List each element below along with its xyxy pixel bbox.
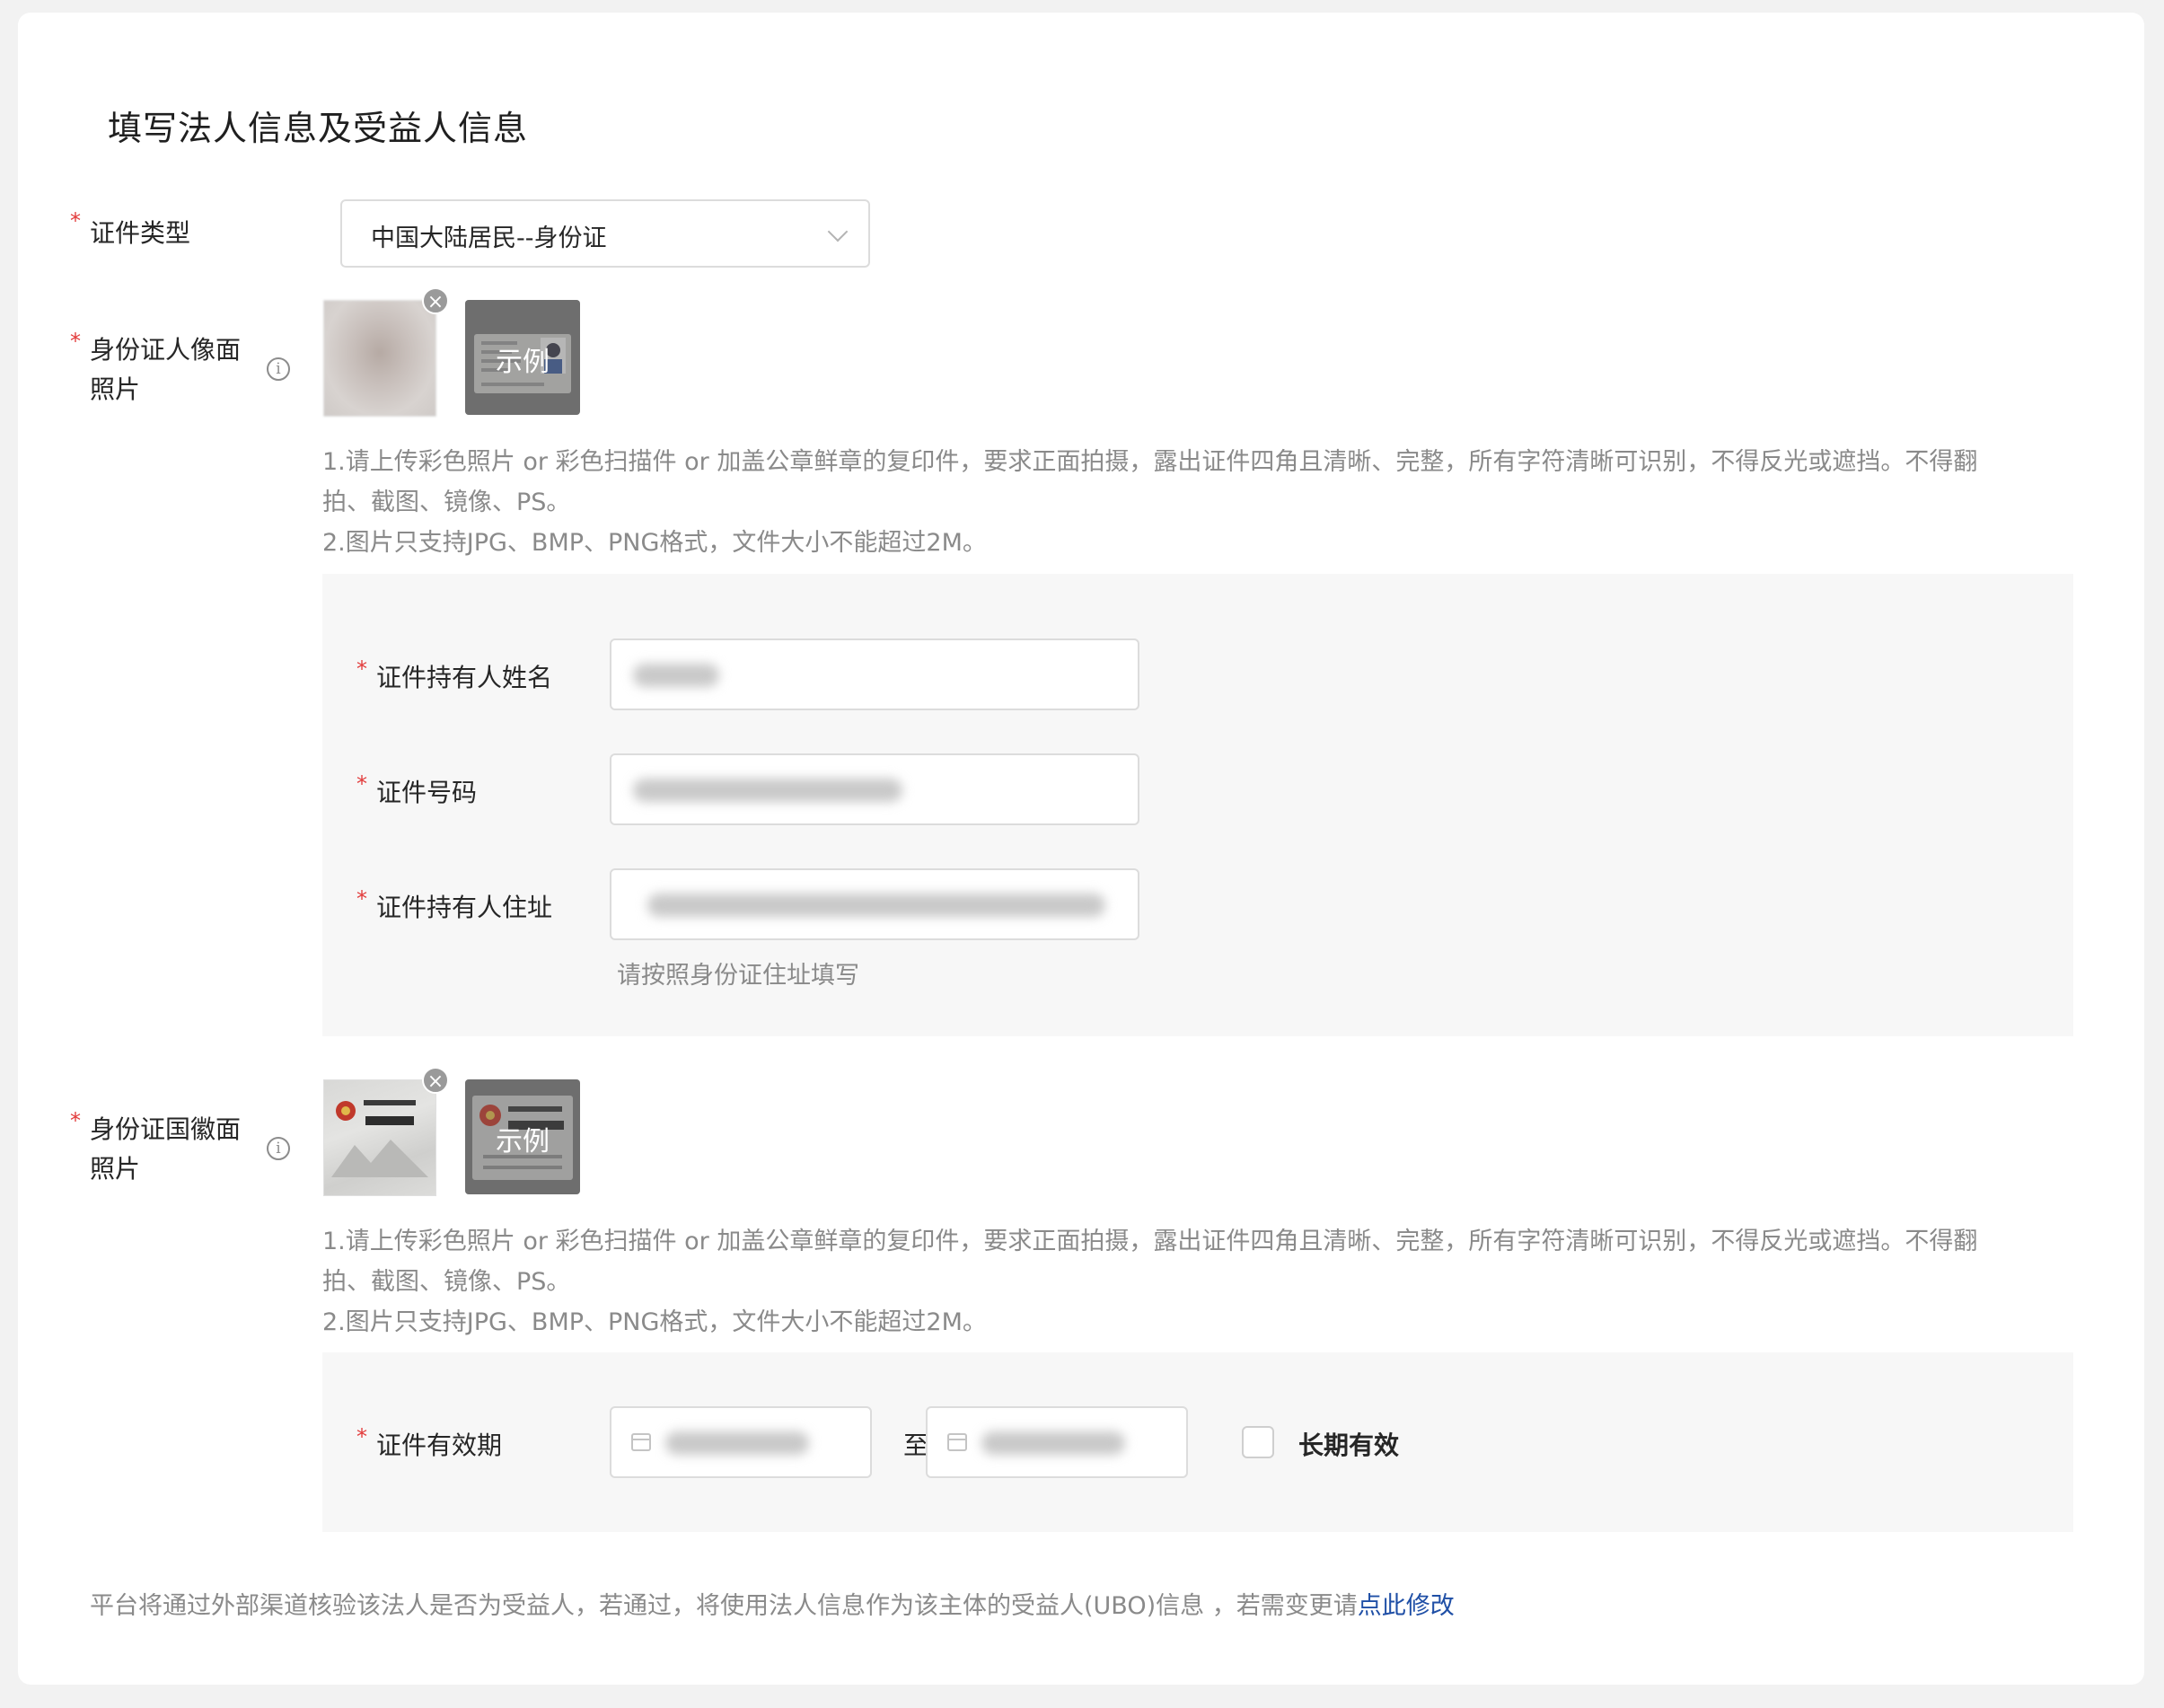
emblem-photo-label-line1: 身份证国徽面 bbox=[90, 1114, 242, 1144]
id-type-value: 中国大陆居民--身份证 bbox=[371, 225, 607, 252]
holder-name-label: 证件持有人姓名 bbox=[376, 663, 553, 692]
portrait-photo-label-line1: 身份证人像面 bbox=[90, 335, 242, 365]
redacted-value bbox=[633, 664, 719, 687]
calendar-icon bbox=[631, 1433, 651, 1451]
ubo-note-text: 平台将通过外部渠道核验该法人是否为受益人，若通过，将使用法人信息作为该主体的受益… bbox=[90, 1592, 1358, 1620]
id-type-label: 证件类型 bbox=[90, 218, 191, 248]
required-mark: * bbox=[70, 1108, 81, 1133]
example-label: 示例 bbox=[496, 1126, 550, 1158]
portrait-hint-line3: 2.图片只支持JPG、BMP、PNG格式，文件大小不能超过2M。 bbox=[322, 529, 987, 557]
validity-label: 证件有效期 bbox=[376, 1431, 503, 1460]
calendar-icon bbox=[947, 1433, 967, 1451]
holder-info-panel: * 证件持有人姓名 * 证件号码 * 证件持有人住址 请按照身份证住址填写 bbox=[322, 574, 2073, 1036]
example-label: 示例 bbox=[496, 347, 550, 378]
close-icon[interactable]: × bbox=[422, 1067, 449, 1094]
required-mark: * bbox=[356, 1424, 367, 1449]
id-number-input[interactable] bbox=[610, 753, 1139, 825]
redacted-value bbox=[633, 779, 902, 802]
long-term-label: 长期有效 bbox=[1298, 1431, 1400, 1460]
validity-end-date-input[interactable] bbox=[926, 1406, 1188, 1478]
emblem-photo-label-line2: 照片 bbox=[90, 1154, 141, 1184]
redacted-value bbox=[981, 1431, 1125, 1455]
edit-ubo-link[interactable]: 点此修改 bbox=[1358, 1592, 1455, 1620]
required-mark: * bbox=[70, 329, 81, 354]
form-card: 填写法人信息及受益人信息 * 证件类型 中国大陆居民--身份证 * 身份证人像面… bbox=[18, 13, 2144, 1685]
redacted-value bbox=[647, 894, 1105, 917]
date-range-separator: 至 bbox=[903, 1431, 929, 1460]
long-term-checkbox[interactable] bbox=[1242, 1426, 1274, 1458]
holder-name-input[interactable] bbox=[610, 638, 1139, 710]
required-mark: * bbox=[356, 886, 367, 911]
chevron-down-icon bbox=[827, 221, 849, 242]
validity-panel: * 证件有效期 至 长期有效 bbox=[322, 1352, 2073, 1532]
info-icon[interactable]: i bbox=[267, 1137, 290, 1160]
emblem-hint-line1: 1.请上传彩色照片 or 彩色扫描件 or 加盖公章鲜章的复印件，要求正面拍摄，… bbox=[322, 1228, 1978, 1255]
portrait-photo-thumbnail[interactable] bbox=[323, 300, 436, 417]
required-mark: * bbox=[70, 208, 81, 233]
holder-address-label: 证件持有人住址 bbox=[376, 893, 553, 922]
emblem-hint-line3: 2.图片只支持JPG、BMP、PNG格式，文件大小不能超过2M。 bbox=[322, 1308, 987, 1336]
info-icon[interactable]: i bbox=[267, 357, 290, 381]
validity-start-date-input[interactable] bbox=[610, 1406, 872, 1478]
holder-address-input[interactable] bbox=[610, 868, 1139, 940]
id-type-select[interactable]: 中国大陆居民--身份证 bbox=[340, 199, 870, 268]
id-card-emblem-upload-image bbox=[331, 1100, 428, 1177]
id-number-label: 证件号码 bbox=[376, 778, 478, 807]
emblem-hint-line2: 拍、截图、镜像、PS。 bbox=[322, 1268, 571, 1296]
emblem-example-thumbnail[interactable]: 示例 bbox=[465, 1079, 580, 1194]
portrait-photo-label-line2: 照片 bbox=[90, 374, 141, 404]
close-icon[interactable]: × bbox=[422, 287, 449, 314]
portrait-example-thumbnail[interactable]: 示例 bbox=[465, 300, 580, 415]
required-mark: * bbox=[356, 656, 367, 682]
redacted-value bbox=[665, 1431, 809, 1455]
address-hint: 请按照身份证住址填写 bbox=[617, 962, 859, 990]
ubo-footer-note: 平台将通过外部渠道核验该法人是否为受益人，若通过，将使用法人信息作为该主体的受益… bbox=[90, 1586, 1455, 1621]
portrait-hint-line1: 1.请上传彩色照片 or 彩色扫描件 or 加盖公章鲜章的复印件，要求正面拍摄，… bbox=[322, 448, 1978, 476]
required-mark: * bbox=[356, 771, 367, 797]
page-title: 填写法人信息及受益人信息 bbox=[108, 109, 529, 148]
emblem-photo-thumbnail[interactable] bbox=[323, 1079, 436, 1196]
portrait-hint-line2: 拍、截图、镜像、PS。 bbox=[322, 489, 571, 516]
